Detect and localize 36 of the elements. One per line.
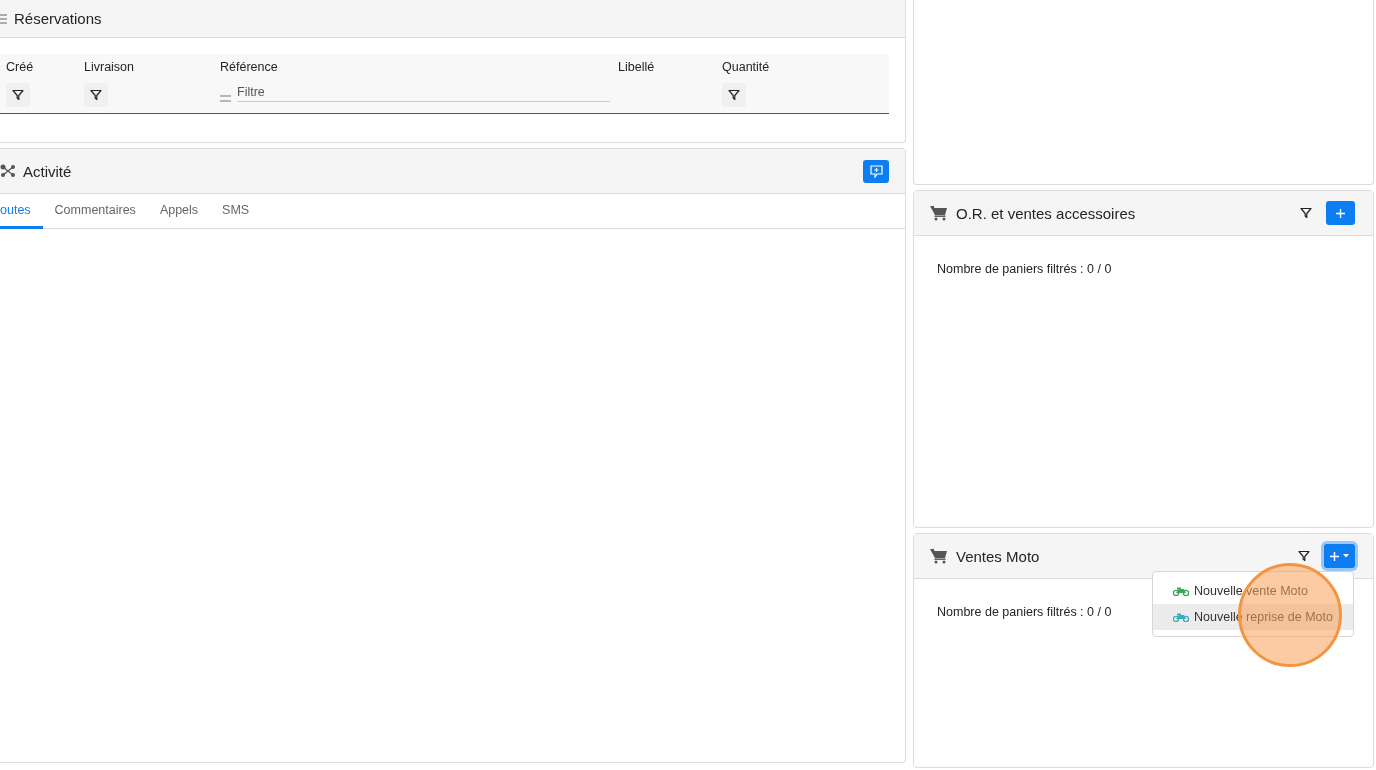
column-header: Livraison bbox=[84, 60, 136, 74]
list-icon bbox=[0, 12, 8, 25]
filtered-count: Nombre de paniers filtrés : 0 / 0 bbox=[936, 261, 1112, 276]
filter-icon bbox=[90, 89, 102, 101]
panel-title: O.R. et ventes accessoires bbox=[956, 204, 1137, 222]
panel-title: Réservations bbox=[14, 10, 102, 27]
add-button[interactable] bbox=[1326, 201, 1355, 225]
cart-icon bbox=[930, 205, 948, 221]
filter-button[interactable] bbox=[722, 83, 746, 107]
tab[interactable]: Appels bbox=[147, 194, 211, 229]
plus-icon bbox=[1336, 208, 1345, 218]
filter-field[interactable]: Filtre bbox=[237, 83, 610, 102]
panel-title: Ventes Moto bbox=[956, 547, 1041, 565]
column-header: Libellé bbox=[618, 60, 656, 74]
panel-title: Activité bbox=[23, 162, 73, 180]
filter-icon bbox=[728, 89, 740, 101]
caret-icon bbox=[1343, 554, 1349, 558]
filter-button[interactable] bbox=[84, 83, 108, 107]
add-comment-button[interactable] bbox=[863, 159, 889, 183]
network-icon bbox=[0, 164, 16, 178]
column-header: Quantité bbox=[722, 60, 771, 74]
comment-plus-icon bbox=[869, 164, 883, 178]
equals-icon bbox=[220, 95, 231, 102]
plus-icon bbox=[1330, 551, 1339, 561]
filter-button[interactable] bbox=[6, 83, 30, 107]
column-header: Créé bbox=[6, 60, 35, 74]
cart-icon bbox=[930, 548, 948, 564]
filter-icon[interactable] bbox=[1300, 207, 1312, 219]
tab[interactable]: SMS bbox=[210, 194, 262, 229]
add-button[interactable] bbox=[1324, 544, 1355, 568]
tab[interactable]: Commentaires bbox=[42, 194, 148, 229]
column-header: Référence bbox=[220, 60, 279, 74]
filter-icon bbox=[12, 89, 24, 101]
tab[interactable]: outes bbox=[0, 194, 43, 229]
filter-icon[interactable] bbox=[1298, 550, 1310, 562]
filtered-count: Nombre de paniers filtrés : 0 / 0 bbox=[936, 604, 1112, 619]
